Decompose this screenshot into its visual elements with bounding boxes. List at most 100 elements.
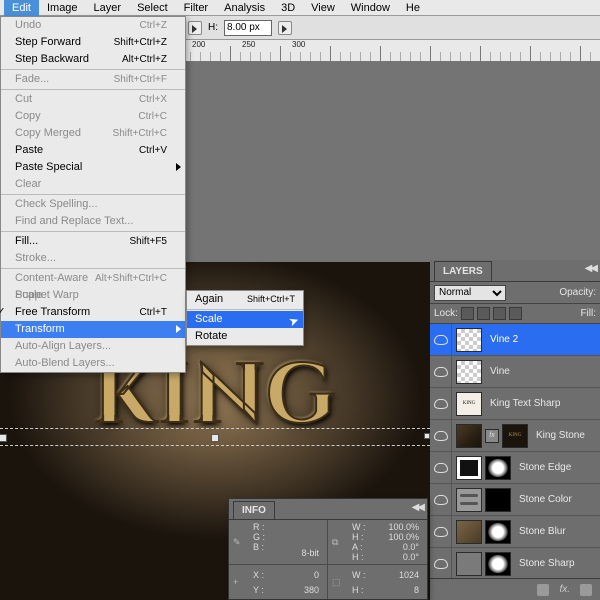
layer-name[interactable]: Stone Sharp [515,558,575,569]
layers-tab[interactable]: LAYERS [434,261,492,281]
menu-item-paste[interactable]: PasteCtrl+V [1,142,185,159]
menu-item-transform[interactable]: Transform [1,321,185,338]
layer-mask-thumb[interactable] [485,552,511,576]
layer-mask-thumb[interactable] [485,520,511,544]
submenu-item-rotate[interactable]: Rotate [187,328,303,345]
layer-row[interactable]: Vine [430,356,600,388]
layer-thumb[interactable] [456,424,482,448]
layer-mask-thumb[interactable] [485,488,511,512]
layer-thumb[interactable] [456,488,482,512]
menu-view[interactable]: View [303,0,343,16]
layer-name[interactable]: Stone Edge [515,462,571,473]
visibility-icon[interactable] [430,324,452,356]
menu-help[interactable]: He [398,0,428,16]
layer-name[interactable]: Stone Color [515,494,572,505]
transform-selection[interactable] [0,428,430,446]
layer-mask-thumb[interactable] [485,456,511,480]
panel-collapse-icon[interactable]: ◀◀ [412,502,423,513]
layer-thumb[interactable] [456,456,482,480]
menu-edit[interactable]: Edit [4,0,39,16]
menu-item-find-replace[interactable]: Find and Replace Text... [1,213,185,230]
layer-name[interactable]: King Stone [532,430,585,441]
options-next-icon[interactable] [278,21,292,35]
layer-fx-label[interactable]: fx. [559,584,570,595]
layer-thumb[interactable] [456,328,482,352]
menu-item-puppet-warp[interactable]: Puppet Warp [1,287,185,304]
menu-select[interactable]: Select [129,0,176,16]
visibility-icon[interactable] [430,356,452,388]
menu-item-check-spelling[interactable]: Check Spelling... [1,196,185,213]
blend-mode-select[interactable]: Normal [434,285,506,301]
menu-item-auto-blend[interactable]: Auto-Blend Layers... [1,355,185,372]
menubar: Edit Image Layer Select Filter Analysis … [0,0,600,16]
menu-item-stroke[interactable]: Stroke... [1,250,185,267]
layer-thumb[interactable] [456,552,482,576]
menu-layer[interactable]: Layer [86,0,130,16]
menu-item-paste-special[interactable]: Paste Special [1,159,185,176]
submenu-item-again[interactable]: AgainShift+Ctrl+T [187,291,303,308]
menu-item-clear[interactable]: Clear [1,176,185,193]
menu-separator [1,231,185,232]
menu-item-undo[interactable]: UndoCtrl+Z [1,17,185,34]
layer-name[interactable]: Vine [486,366,510,377]
visibility-icon[interactable] [430,452,452,484]
panel-collapse-icon[interactable]: ◀◀ [585,263,596,274]
submenu-item-scale[interactable]: Scale➤ [187,311,303,328]
lock-label: Lock: [434,308,458,319]
dimensions-icon: ⬚ [332,577,352,588]
layer-row[interactable]: fxKING King Stone [430,420,600,452]
lock-transparency-icon[interactable] [461,307,474,320]
visibility-icon[interactable] [430,420,452,452]
menu-item-fill[interactable]: Fill...Shift+F5 [1,233,185,250]
visibility-icon[interactable] [430,484,452,516]
ruler-tick: 250 [242,40,255,49]
layer-thumb[interactable] [456,520,482,544]
layer-row[interactable]: Stone Sharp [430,548,600,578]
layer-name[interactable]: King Text Sharp [486,398,560,409]
menu-filter[interactable]: Filter [176,0,216,16]
visibility-icon[interactable] [430,516,452,548]
menu-analysis[interactable]: Analysis [216,0,273,16]
layer-row[interactable]: Vine 2 [430,324,600,356]
menu-item-content-aware-scale[interactable]: Content-Aware ScaleAlt+Shift+Ctrl+C [1,270,185,287]
check-icon: ✓ [0,304,7,321]
layers-panel: LAYERS ◀◀ Normal Opacity: Lock: Fill: Vi… [430,260,600,600]
submenu-arrow-icon [176,325,181,333]
menu-image[interactable]: Image [39,0,86,16]
visibility-icon[interactable] [430,548,452,579]
layer-row[interactable]: Stone Edge [430,452,600,484]
layer-row[interactable]: KING King Text Sharp [430,388,600,420]
layer-mask-thumb[interactable]: KING [502,424,528,448]
menu-item-free-transform[interactable]: ✓Free TransformCtrl+T [1,304,185,321]
menu-separator [1,268,185,269]
info-tab[interactable]: INFO [233,501,275,519]
lock-all-icon[interactable] [509,307,522,320]
menu-item-cut[interactable]: CutCtrl+X [1,91,185,108]
lock-position-icon[interactable] [493,307,506,320]
layer-row[interactable]: Stone Blur [430,516,600,548]
lock-pixels-icon[interactable] [477,307,490,320]
transform-submenu: AgainShift+Ctrl+T Scale➤ Rotate [186,290,304,346]
options-prev-icon[interactable] [188,21,202,35]
layers-lock-row: Lock: Fill: [430,304,600,324]
menu-item-copy-merged[interactable]: Copy MergedShift+Ctrl+C [1,125,185,142]
fx-icon[interactable]: fx [485,429,499,443]
ruler: 200 250 300 [180,40,600,62]
crosshair-icon: + [233,577,253,587]
layer-thumb[interactable]: KING [456,392,482,416]
menu-item-step-forward[interactable]: Step ForwardShift+Ctrl+Z [1,34,185,51]
layer-thumb[interactable] [456,360,482,384]
menu-item-step-backward[interactable]: Step BackwardAlt+Ctrl+Z [1,51,185,68]
visibility-icon[interactable] [430,388,452,420]
link-layers-icon[interactable] [537,584,549,596]
layer-row[interactable]: Stone Color [430,484,600,516]
menu-item-auto-align[interactable]: Auto-Align Layers... [1,338,185,355]
height-input[interactable] [224,20,272,36]
menu-item-copy[interactable]: CopyCtrl+C [1,108,185,125]
layer-name[interactable]: Stone Blur [515,526,566,537]
menu-window[interactable]: Window [343,0,398,16]
menu-3d[interactable]: 3D [273,0,303,16]
layer-name[interactable]: Vine 2 [486,334,518,345]
add-mask-icon[interactable] [580,584,592,596]
menu-item-fade[interactable]: Fade...Shift+Ctrl+F [1,71,185,88]
